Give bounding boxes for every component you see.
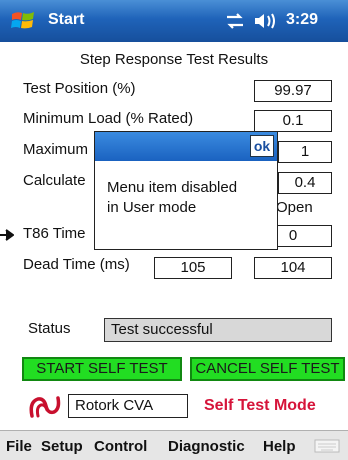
- max-partial-label: Maximum: [23, 141, 89, 158]
- test-position-label: Test Position (%): [23, 80, 136, 97]
- dialog-message: Menu item disabled in User mode: [107, 179, 238, 216]
- title-bar: Start 3:29: [0, 0, 348, 42]
- cancel-self-test-button[interactable]: CANCEL SELF TEST: [190, 357, 345, 381]
- min-load-label: Minimum Load (% Rated): [23, 110, 194, 127]
- product-name-field: Rotork CVA: [68, 394, 188, 418]
- ok-button[interactable]: ok: [250, 135, 274, 157]
- status-label: Status: [28, 320, 71, 337]
- t86-time-label: T86 Time: [23, 225, 86, 242]
- menu-file[interactable]: File: [6, 438, 32, 455]
- mode-indicator: Self Test Mode: [204, 397, 316, 414]
- start-self-test-button[interactable]: START SELF TEST: [22, 357, 182, 381]
- volume-icon[interactable]: [253, 11, 281, 31]
- max-partial-value: 1: [278, 141, 332, 163]
- calc-partial-label: Calculate: [23, 172, 86, 189]
- calc-partial-value: 0.4: [278, 172, 332, 194]
- menu-diagnostic[interactable]: Diagnostic: [168, 438, 245, 455]
- dead-time-label: Dead Time (ms): [23, 256, 130, 273]
- windows-flag-icon[interactable]: [10, 8, 36, 34]
- pointer-arrow-icon: [0, 229, 14, 241]
- keyboard-icon[interactable]: [314, 438, 340, 454]
- min-load-value: 0.1: [254, 110, 332, 132]
- page-title: Step Response Test Results: [79, 51, 269, 68]
- window-title[interactable]: Start: [48, 11, 84, 29]
- open-status-label: Open: [276, 199, 313, 216]
- connectivity-icon[interactable]: [225, 12, 245, 30]
- rotork-logo-icon: [29, 396, 61, 418]
- menu-bar: File Setup Control Diagnostic Help: [0, 430, 348, 460]
- dead-time-value-1: 105: [154, 257, 232, 279]
- status-field: Test successful: [104, 318, 332, 342]
- clock[interactable]: 3:29: [286, 11, 318, 29]
- menu-control[interactable]: Control: [94, 438, 147, 455]
- disabled-menu-dialog: ok Menu item disabled in User mode: [94, 131, 278, 250]
- menu-setup[interactable]: Setup: [41, 438, 83, 455]
- dead-time-value-2: 104: [254, 257, 332, 279]
- menu-help[interactable]: Help: [263, 438, 296, 455]
- dialog-title-bar: ok: [95, 132, 277, 161]
- test-position-value: 99.97: [254, 80, 332, 102]
